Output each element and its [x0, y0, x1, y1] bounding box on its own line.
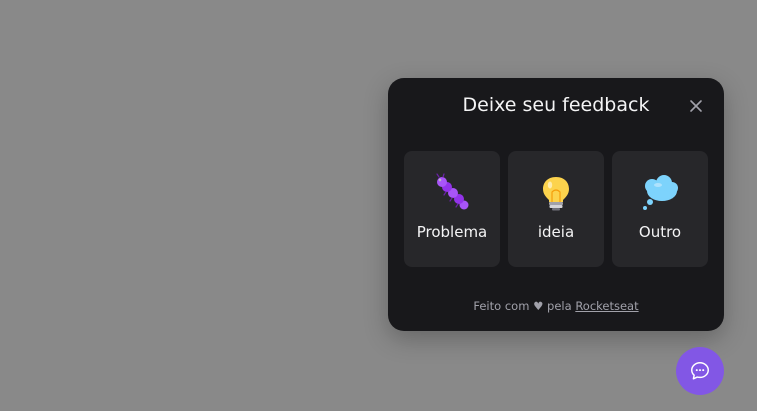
footer-middle: pela [547, 299, 572, 313]
footer-prefix: Feito com [473, 299, 530, 313]
heart-icon: ♥ [533, 299, 544, 313]
feedback-widget: Deixe seu feedback Problema ideia Outro … [388, 78, 724, 331]
feedback-type-label: Outro [638, 223, 682, 241]
feedback-type-other-button[interactable]: Outro [612, 151, 708, 267]
chat-bubble-icon [691, 362, 709, 380]
feedback-type-list: Problema ideia Outro [404, 151, 708, 267]
widget-header: Deixe seu feedback [388, 78, 724, 134]
close-icon [690, 100, 702, 112]
open-feedback-button[interactable] [676, 347, 724, 395]
close-button[interactable] [686, 96, 706, 116]
feedback-type-label: ideia [537, 223, 575, 241]
thought-bubble-icon [640, 173, 680, 213]
bug-icon [432, 173, 472, 213]
feedback-type-idea-button[interactable]: ideia [508, 151, 604, 267]
rocketseat-link[interactable]: Rocketseat [575, 299, 638, 313]
widget-title: Deixe seu feedback [462, 94, 650, 116]
feedback-type-problem-button[interactable]: Problema [404, 151, 500, 267]
lightbulb-icon [536, 173, 576, 213]
widget-footer: Feito com ♥ pela Rocketseat [388, 299, 724, 313]
feedback-type-label: Problema [416, 223, 488, 241]
